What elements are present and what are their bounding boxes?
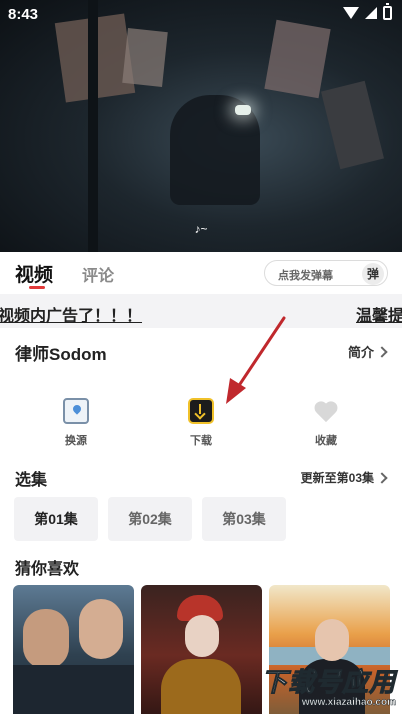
poster-art <box>23 609 69 669</box>
notice-text-next: 温馨提 <box>356 308 402 325</box>
status-time: 8:43 <box>8 6 39 23</box>
video-frame-detail <box>88 0 98 252</box>
status-icons <box>343 3 392 20</box>
switch-source-icon <box>63 398 89 424</box>
favorite-button[interactable]: 收藏 <box>286 398 366 448</box>
danmaku-toggle-button[interactable]: 弹 <box>362 263 384 285</box>
wifi-icon <box>343 7 359 19</box>
switch-source-button[interactable]: 换源 <box>36 398 116 448</box>
watermark-logo-text: 下载号应用 <box>260 667 396 698</box>
chevron-right-icon <box>376 471 388 484</box>
video-subtitle: ♪~ <box>194 222 208 236</box>
action-bar: 换源 下载 收藏 <box>0 398 402 458</box>
video-frame-detail <box>235 105 251 115</box>
intro-label: 简介 <box>347 345 374 360</box>
danmaku-placeholder: 点我发弹幕 <box>278 270 333 282</box>
episode-item[interactable]: 第02集 <box>108 497 192 541</box>
tab-video[interactable]: 视频 <box>15 260 53 287</box>
status-bar: 8:43 <box>0 0 402 28</box>
chevron-right-icon <box>376 345 388 358</box>
episode-item[interactable]: 第03集 <box>202 497 286 541</box>
poster-art <box>13 665 134 714</box>
site-watermark: 下载号应用 www.xiazaihao.com <box>260 662 396 709</box>
recommend-poster[interactable] <box>141 585 262 714</box>
poster-art <box>315 619 349 661</box>
active-tab-indicator <box>29 286 45 289</box>
download-icon <box>188 398 214 424</box>
tab-comment[interactable]: 评论 <box>82 262 114 286</box>
favorite-heart-icon <box>313 398 339 424</box>
recommend-poster[interactable] <box>13 585 134 714</box>
content-tabs: 视频 评论 点我发弹幕 弹 <box>0 252 402 294</box>
video-frame-detail <box>264 19 331 99</box>
battery-icon <box>383 3 392 20</box>
episode-item[interactable]: 第01集 <box>14 497 98 541</box>
notice-text: 视频内广告了！！！ <box>0 308 143 325</box>
video-frame-detail <box>122 28 168 87</box>
switch-source-label: 换源 <box>65 435 87 447</box>
notice-marquee: 视频内广告了！！！ 温馨提 <box>0 294 402 328</box>
download-label: 下载 <box>190 435 212 447</box>
poster-art <box>185 615 219 657</box>
episodes-heading: 选集 <box>15 472 48 489</box>
intro-button[interactable]: 简介 <box>347 342 388 361</box>
favorite-label: 收藏 <box>315 435 337 447</box>
poster-art <box>79 599 123 659</box>
video-title: 律师Sodom <box>15 345 107 364</box>
recommend-heading: 猜你喜欢 <box>15 561 80 578</box>
video-player[interactable]: ♪~ <box>0 0 402 252</box>
signal-icon <box>365 7 377 19</box>
episode-list: 第01集 第02集 第03集 <box>14 497 286 541</box>
danmaku-input[interactable]: 点我发弹幕 弹 <box>264 260 388 286</box>
poster-art <box>161 659 241 714</box>
video-frame-detail <box>320 80 385 170</box>
download-button[interactable]: 下载 <box>161 398 241 448</box>
episodes-update-link[interactable]: 更新至第03集 <box>300 469 388 486</box>
episodes-update-label: 更新至第03集 <box>300 471 374 485</box>
